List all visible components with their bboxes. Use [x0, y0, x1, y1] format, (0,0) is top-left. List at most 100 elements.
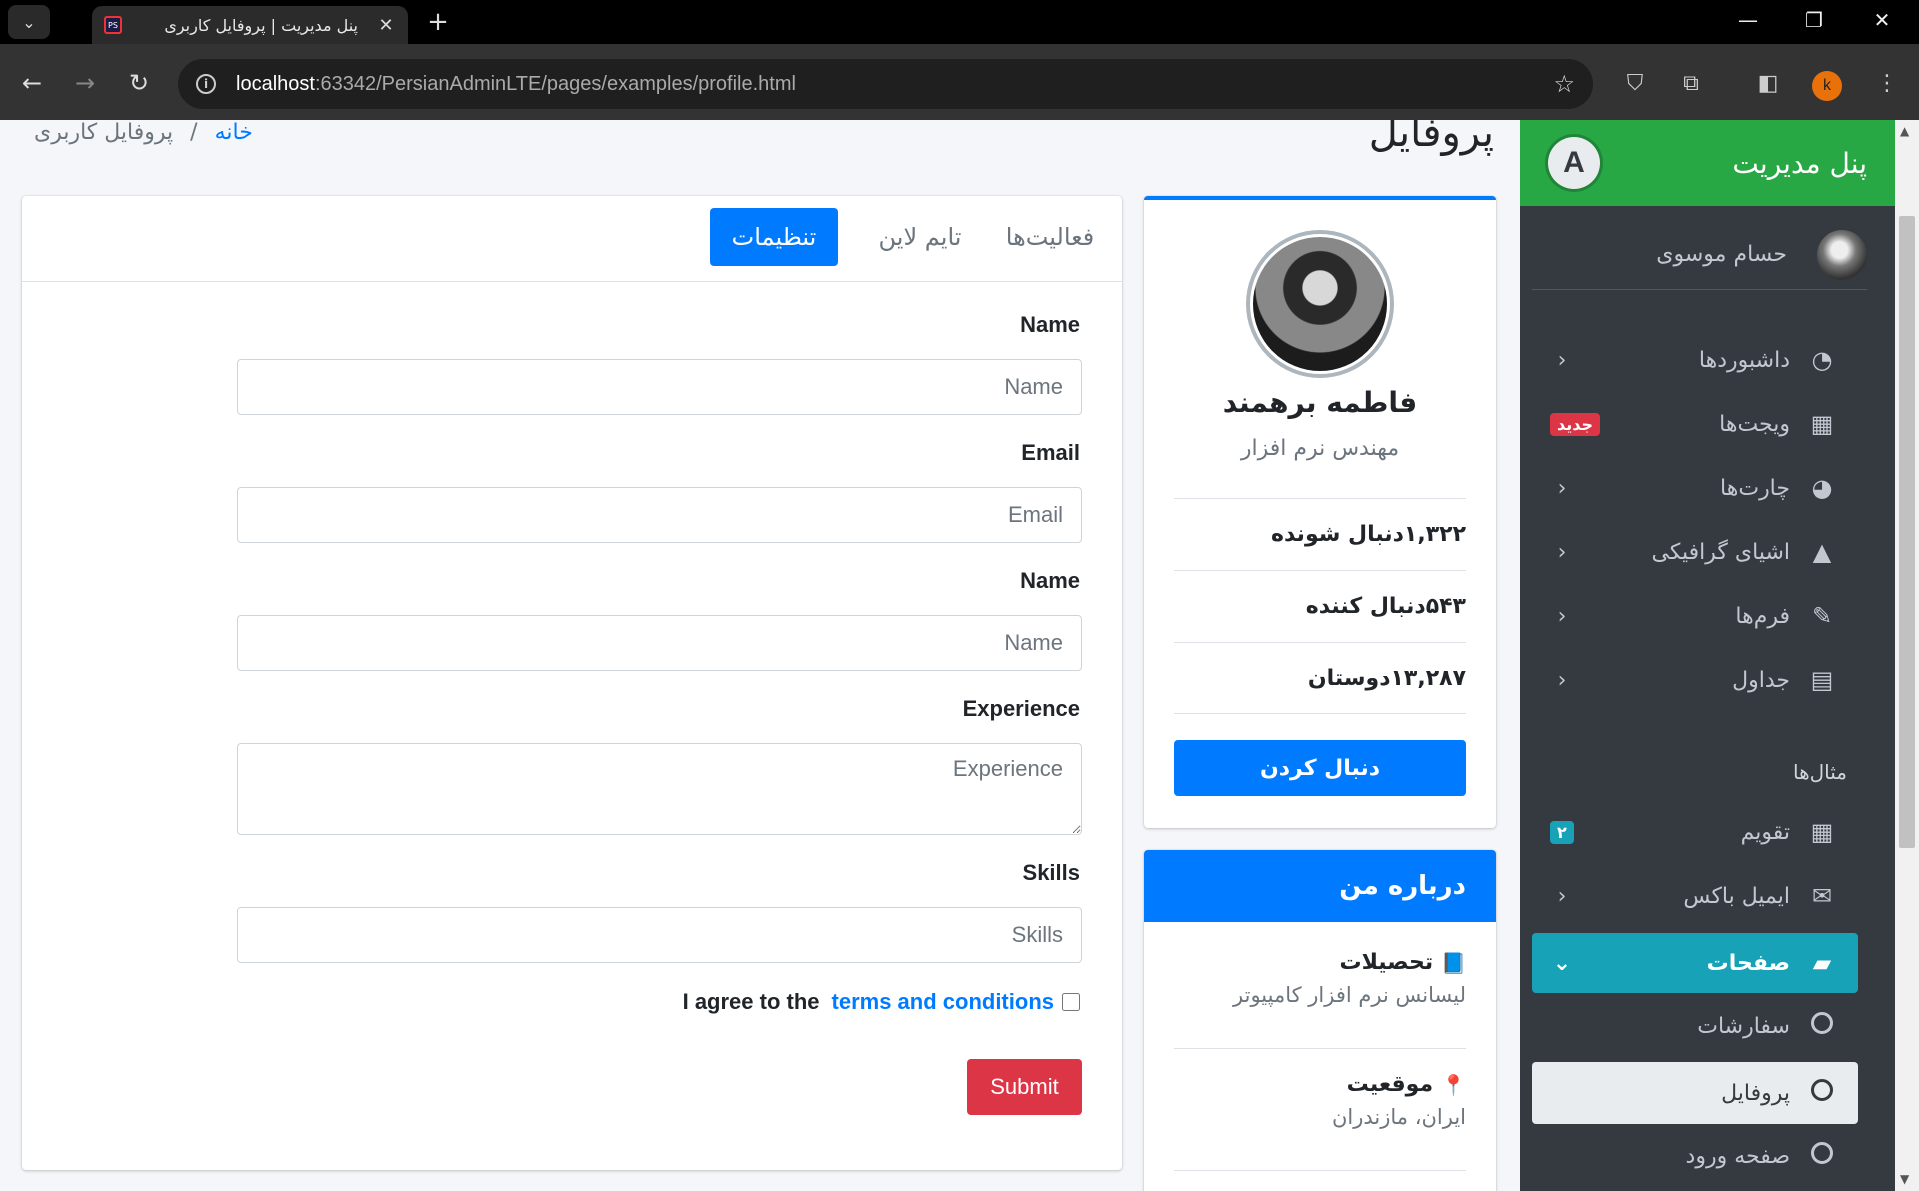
- close-window-icon[interactable]: ✕: [1864, 8, 1900, 36]
- reload-icon[interactable]: ↻: [122, 68, 156, 100]
- extensions-puzzle-icon[interactable]: ⧉: [1676, 71, 1706, 96]
- friends-value: ۱۳,۲۸۷: [1390, 665, 1467, 691]
- about-card: درباره من 📘 تحصیلات لیسانس نرم افزار کامپ…: [1144, 850, 1496, 1191]
- name-label: Name: [1020, 312, 1080, 337]
- sidebar-item-ui-elements[interactable]: ▲ اشیای گرافیکی ‹: [1532, 524, 1858, 580]
- scrollbar-thumb[interactable]: [1899, 216, 1915, 848]
- tab-settings[interactable]: تنظیمات: [710, 208, 838, 266]
- restore-icon[interactable]: ❐: [1796, 8, 1832, 36]
- sidebar-item-label: صفحه ورود: [1685, 1143, 1790, 1169]
- url-text[interactable]: localhost:63342/PersianAdminLTE/pages/ex…: [236, 73, 796, 96]
- tab-timeline[interactable]: تایم لاین: [860, 208, 980, 266]
- location-label: موقعیت: [1346, 1072, 1434, 1097]
- divider: [1174, 1048, 1466, 1049]
- back-icon[interactable]: ←: [15, 68, 49, 100]
- sidebar-item-dashboards[interactable]: ◔ داشبوردها ‹: [1532, 332, 1858, 388]
- tree-icon: ▲: [1812, 538, 1832, 566]
- breadcrumb-home-link[interactable]: خانه: [215, 120, 253, 145]
- envelope-icon: ✉: [1811, 882, 1833, 910]
- sidebar-item-pages[interactable]: ▰ صفحات ⌄: [1532, 933, 1858, 993]
- new-tab-button[interactable]: +: [423, 8, 453, 38]
- close-tab-icon[interactable]: ✕: [376, 15, 396, 36]
- url-bar[interactable]: i localhost:63342/PersianAdminLTE/pages/…: [178, 59, 1593, 109]
- bookmark-star-icon[interactable]: ☆: [1553, 70, 1575, 98]
- terms-link[interactable]: terms and conditions: [832, 989, 1054, 1015]
- side-panel-icon[interactable]: ◧: [1753, 71, 1783, 96]
- profile-username: فاطمه برهمند: [1222, 386, 1418, 419]
- followers-value: ۱,۳۲۲: [1403, 522, 1466, 547]
- terms-checkbox[interactable]: [1062, 993, 1080, 1011]
- sidebar-item-widgets[interactable]: ▦ ویجت‌ها جدید: [1532, 396, 1858, 452]
- sidebar-item-label: اشیای گرافیکی: [1651, 539, 1790, 565]
- chevron-left-icon: ‹: [1557, 475, 1567, 501]
- page-scrollbar[interactable]: ▲ ▼: [1895, 120, 1919, 1191]
- brand-text: پنل مدیریت: [1732, 146, 1867, 180]
- profile-job-title: مهندس نرم افزار: [1240, 436, 1400, 461]
- sidebar-user-name[interactable]: حسام موسوی: [1656, 242, 1787, 267]
- chevron-down-icon: ⌄: [1552, 950, 1572, 976]
- chrome-menu-icon[interactable]: ⋮: [1872, 71, 1902, 96]
- sidebar-item-label: پروفایل: [1721, 1080, 1790, 1106]
- scroll-up-icon[interactable]: ▲: [1900, 124, 1909, 138]
- location-value: ایران، مازندران: [1331, 1105, 1466, 1129]
- book-icon: 📘: [1441, 950, 1466, 975]
- sidebar-item-mailbox[interactable]: ✉ ایمیل باکس ‹: [1532, 868, 1858, 924]
- sidebar-item-calendar[interactable]: ▦ تقویم ۲: [1532, 804, 1858, 860]
- tab-activity[interactable]: فعالیت‌ها: [990, 208, 1110, 266]
- name-input[interactable]: [237, 359, 1082, 415]
- chevron-left-icon: ‹: [1557, 539, 1567, 565]
- about-card-title: درباره من: [1144, 850, 1496, 922]
- sidebar-subitem-orders[interactable]: سفارشات: [1532, 998, 1858, 1054]
- page-title: پروفایل: [1368, 120, 1494, 156]
- profile-tabs: فعالیت‌ها تایم لاین تنظیمات: [22, 196, 1122, 282]
- circle-icon: [1804, 1142, 1840, 1170]
- sidebar-item-charts[interactable]: ◕ چارت‌ها ‹: [1532, 460, 1858, 516]
- experience-textarea[interactable]: [237, 743, 1082, 835]
- skills-input[interactable]: [237, 907, 1082, 963]
- sidebar-subitem-login[interactable]: صفحه ورود: [1532, 1128, 1858, 1184]
- pie-chart-icon: ◕: [1811, 474, 1833, 502]
- follow-button[interactable]: دنبال کردن: [1174, 740, 1466, 796]
- browser-tab-bar: ⌄ PS پنل مدیریت | پروفایل کاربری ✕ + — ❐…: [0, 0, 1919, 44]
- followers-label: دنبال شونده: [1270, 522, 1404, 547]
- terms-row: I agree to the terms and conditions: [683, 989, 1080, 1015]
- sidebar-item-label: چارت‌ها: [1720, 475, 1790, 501]
- agree-text: I agree to the: [682, 989, 820, 1014]
- sidebar-item-label: ویجت‌ها: [1719, 411, 1790, 437]
- count-badge: ۲: [1550, 820, 1574, 844]
- circle-icon: [1804, 1079, 1840, 1107]
- email-input[interactable]: [237, 487, 1082, 543]
- forward-icon[interactable]: →: [68, 68, 102, 100]
- scroll-down-icon[interactable]: ▼: [1900, 1172, 1909, 1186]
- brand-logo: A: [1548, 137, 1600, 189]
- shield-extension-icon[interactable]: ⛉: [1620, 71, 1650, 96]
- name2-input[interactable]: [237, 615, 1082, 671]
- profile-card: فاطمه برهمند مهندس نرم افزار ۱,۳۲۲ دنبال …: [1144, 196, 1496, 828]
- profile-avatar[interactable]: k: [1812, 71, 1842, 101]
- sidebar-item-label: داشبوردها: [1698, 347, 1790, 373]
- experience-label: Experience: [962, 696, 1080, 721]
- location-section: 📍 موقعیت ایران، مازندران: [1174, 1072, 1466, 1129]
- grid-icon: ▦: [1810, 410, 1834, 438]
- tab-search-button[interactable]: ⌄: [8, 5, 50, 39]
- breadcrumb-separator: /: [190, 120, 198, 145]
- browser-tab[interactable]: PS پنل مدیریت | پروفایل کاربری ✕: [92, 6, 408, 44]
- new-badge: جدید: [1550, 412, 1601, 436]
- user-panel[interactable]: حسام موسوی: [1532, 220, 1867, 290]
- breadcrumb-current: پروفایل کاربری: [34, 120, 174, 145]
- dashboard-icon: ◔: [1811, 346, 1833, 374]
- site-info-icon[interactable]: i: [196, 74, 216, 94]
- favicon-icon: PS: [104, 16, 122, 34]
- education-value: لیسانس نرم افزار کامپیوتر: [1233, 983, 1466, 1007]
- sidebar-item-label: فرم‌ها: [1735, 603, 1790, 629]
- sidebar-subitem-profile[interactable]: پروفایل: [1532, 1062, 1858, 1124]
- chevron-left-icon: ‹: [1557, 667, 1567, 693]
- sidebar-item-forms[interactable]: ✎ فرم‌ها ‹: [1532, 588, 1858, 644]
- sidebar-user-avatar: [1817, 229, 1867, 280]
- brand-link[interactable]: A پنل مدیریت: [1520, 120, 1895, 206]
- sidebar-item-tables[interactable]: ▤ جداول ‹: [1532, 652, 1858, 708]
- email-label: Email: [1021, 440, 1080, 465]
- submit-button[interactable]: Submit: [967, 1059, 1082, 1115]
- minimize-icon[interactable]: —: [1730, 8, 1766, 36]
- tab-title: پنل مدیریت | پروفایل کاربری: [164, 15, 358, 35]
